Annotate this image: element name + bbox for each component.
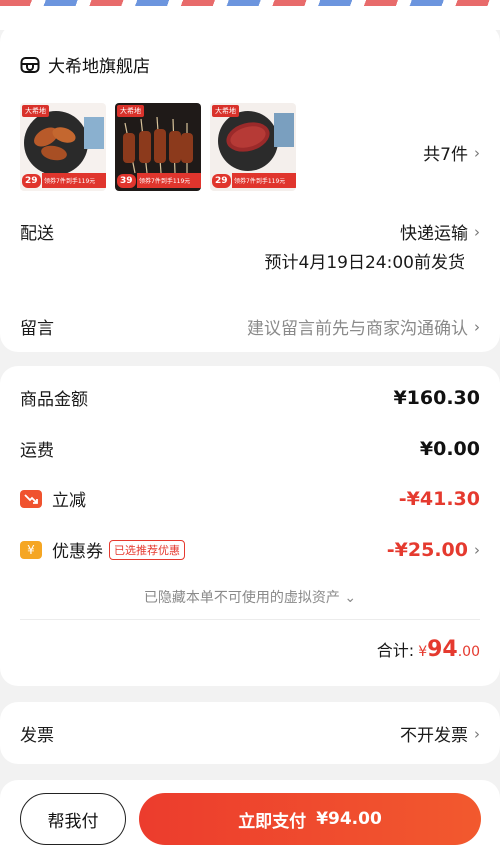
- airmail-stripe: [0, 0, 500, 6]
- total-currency: ¥: [418, 644, 428, 660]
- pay-now-button[interactable]: 立即支付 ¥94.00: [139, 793, 481, 845]
- discount-value: -¥41.30: [398, 487, 480, 510]
- delivery-estimate: 预计4月19日24:00前发货: [264, 253, 465, 273]
- chevron-right-icon: ›: [474, 143, 480, 162]
- invoice-label: 发票: [20, 726, 54, 746]
- shipping-row: 运费 ¥0.00: [20, 436, 480, 462]
- product-thumb-sausage[interactable]: 大希地 29 领券7件到手119元: [20, 103, 106, 191]
- promo-banner: 领券7件到手119元: [232, 173, 296, 188]
- item-thumbnails[interactable]: 大希地 29 领券7件到手119元 大希地 39 领券7件到手119元 大希地 …: [20, 103, 296, 191]
- order-card: 大希地旗舰店 大希地 29 领券7件到手119元 大希地 39 领券7件到手11…: [0, 24, 500, 352]
- chevron-right-icon: ›: [474, 540, 480, 559]
- pay-now-amount: ¥94.00: [316, 809, 382, 829]
- help-pay-button[interactable]: 帮我付: [20, 793, 126, 845]
- item-count: 共7件: [423, 145, 468, 165]
- product-thumb-skewers[interactable]: 大希地 39 领券7件到手119元: [115, 103, 201, 191]
- message-placeholder: 建议留言前先与商家沟通确认: [247, 319, 468, 339]
- chevron-right-icon: ›: [474, 317, 480, 336]
- total-decimal: .00: [457, 644, 480, 660]
- shipping-label: 运费: [20, 441, 54, 461]
- shop-name: 大希地旗舰店: [48, 57, 150, 77]
- hidden-assets-note: 已隐藏本单不可使用的虚拟资产: [143, 590, 340, 606]
- store-icon: [20, 56, 40, 73]
- price-tag: 29: [22, 174, 41, 188]
- item-count-link[interactable]: 共7件 ›: [423, 140, 480, 166]
- coupon-label: 优惠券: [52, 542, 103, 562]
- chevron-right-icon: ›: [474, 724, 480, 743]
- shop-header[interactable]: 大希地旗舰店: [20, 52, 150, 77]
- hidden-assets-toggle[interactable]: 已隐藏本单不可使用的虚拟资产 ⌄: [0, 587, 500, 607]
- order-total: 合计: ¥ 94 .00: [377, 637, 480, 662]
- price-tag: 29: [212, 174, 231, 188]
- coupon-row[interactable]: ¥ 优惠券 已选推荐优惠 -¥25.00 ›: [20, 537, 480, 562]
- pay-now-label: 立即支付: [238, 811, 307, 832]
- coupon-value: -¥25.00: [386, 538, 468, 561]
- promo-banner: 领券7件到手119元: [137, 173, 201, 188]
- delivery-label: 配送: [20, 224, 54, 244]
- brand-tag: 大希地: [212, 105, 239, 117]
- coupon-icon: ¥: [20, 540, 42, 559]
- invoice-row[interactable]: 发票 不开发票 ›: [20, 721, 480, 747]
- delivery-row[interactable]: 配送 快递运输 ›: [20, 219, 480, 245]
- brand-tag: 大希地: [117, 105, 144, 117]
- price-summary-card: 商品金额 ¥160.30 运费 ¥0.00 立减 -¥41.30 ¥ 优惠券 已…: [0, 366, 500, 686]
- product-thumb-steak[interactable]: 大希地 29 领券7件到手119元: [210, 103, 296, 191]
- discount-label: 立减: [52, 491, 86, 511]
- divider: [20, 619, 480, 620]
- delivery-estimate-row: 预计4月19日24:00前发货: [20, 248, 465, 273]
- message-row[interactable]: 留言 建议留言前先与商家沟通确认 ›: [20, 314, 480, 340]
- bottom-action-bar: 帮我付 立即支付 ¥94.00: [0, 780, 500, 866]
- chevron-right-icon: ›: [474, 222, 480, 241]
- goods-amount-label: 商品金额: [20, 390, 88, 410]
- discount-row: 立减 -¥41.30: [20, 486, 480, 511]
- invoice-value: 不开发票: [400, 726, 468, 746]
- coupon-recommended-tag: 已选推荐优惠: [109, 539, 185, 560]
- promo-banner: 领券7件到手119元: [42, 173, 106, 188]
- message-label: 留言: [20, 319, 54, 339]
- discount-icon: [20, 489, 42, 508]
- brand-tag: 大希地: [22, 105, 49, 117]
- price-tag: 39: [117, 174, 136, 188]
- invoice-card: 发票 不开发票 ›: [0, 702, 500, 764]
- total-label: 合计:: [376, 641, 415, 660]
- shipping-value: ¥0.00: [419, 437, 480, 460]
- goods-amount-value: ¥160.30: [393, 386, 480, 409]
- delivery-method: 快递运输: [400, 224, 468, 244]
- goods-amount-row: 商品金额 ¥160.30: [20, 385, 480, 411]
- chevron-down-icon: ⌄: [344, 590, 357, 606]
- total-integer: 94: [427, 637, 458, 662]
